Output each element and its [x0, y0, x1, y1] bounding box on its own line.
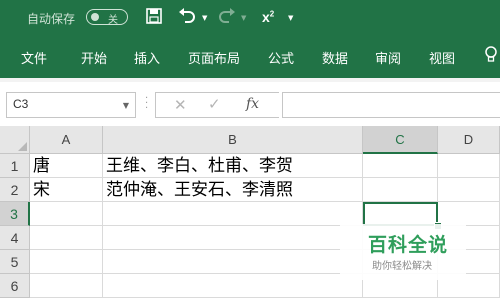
- row-header-6[interactable]: 6: [0, 274, 30, 298]
- cell-a3[interactable]: [30, 202, 103, 226]
- tab-insert[interactable]: 插入: [134, 48, 160, 67]
- column-header-c[interactable]: C: [363, 126, 438, 154]
- column-header-d[interactable]: D: [438, 126, 500, 154]
- undo-dropdown-icon[interactable]: ▼: [202, 14, 207, 22]
- cell-c2[interactable]: [363, 178, 438, 202]
- cell-d3[interactable]: [438, 202, 500, 226]
- cell-b5[interactable]: [103, 250, 363, 274]
- enter-check-icon[interactable]: ✓: [208, 95, 221, 113]
- watermark-title: 百科全说: [368, 234, 449, 256]
- cancel-icon[interactable]: ✕: [174, 96, 187, 114]
- column-header-b[interactable]: B: [103, 126, 363, 154]
- cell-a1[interactable]: 唐: [30, 154, 103, 178]
- formula-input[interactable]: [282, 92, 500, 118]
- formula-buttons: ✕ ✓ fx: [155, 92, 279, 118]
- row-header-5[interactable]: 5: [0, 250, 30, 274]
- row-header-4[interactable]: 4: [0, 226, 30, 250]
- cell-c1[interactable]: [363, 154, 438, 178]
- autosave-label: 自动保存: [27, 12, 76, 26]
- cell-a2[interactable]: 宋: [30, 178, 103, 202]
- tab-data[interactable]: 数据: [322, 48, 348, 67]
- tab-home[interactable]: 开始: [81, 48, 107, 67]
- cell-a5[interactable]: [30, 250, 103, 274]
- undo-icon[interactable]: [178, 8, 196, 24]
- cell-b2[interactable]: 范仲淹、王安石、李清照: [103, 178, 363, 202]
- tab-review[interactable]: 审阅: [375, 48, 401, 67]
- select-all-button[interactable]: [0, 126, 30, 154]
- cell-b3[interactable]: [103, 202, 363, 226]
- cell-b6[interactable]: [103, 274, 363, 298]
- lightbulb-icon[interactable]: [484, 46, 498, 68]
- autosave-state: 关: [108, 15, 118, 26]
- cell-a4[interactable]: [30, 226, 103, 250]
- autosave-toggle[interactable]: 关: [86, 9, 128, 26]
- insert-function-button[interactable]: fx: [246, 96, 259, 112]
- active-cell-highlight[interactable]: [363, 202, 438, 226]
- ribbon-tabs: 文件 开始 插入 页面布局 公式 数据 审阅 视图: [0, 36, 500, 78]
- column-header-a[interactable]: A: [30, 126, 103, 154]
- cell-b4[interactable]: [103, 226, 363, 250]
- watermark: 百科全说 助你轻松解决: [340, 224, 466, 280]
- redo-dropdown-icon[interactable]: ▼: [241, 14, 246, 22]
- formula-bar-resize-handle[interactable]: · · ·: [145, 94, 148, 114]
- superscript-icon[interactable]: x2: [262, 9, 274, 25]
- cell-d1[interactable]: [438, 154, 500, 178]
- customize-toolbar-icon[interactable]: ▼: [288, 14, 293, 22]
- tab-file[interactable]: 文件: [21, 48, 47, 67]
- tab-formulas[interactable]: 公式: [268, 48, 294, 67]
- name-box-value: C3: [13, 97, 29, 111]
- quick-access-toolbar: 自动保存 关 ▼ ▼ x2 ▼: [0, 0, 500, 36]
- save-icon[interactable]: [146, 8, 162, 24]
- tab-view[interactable]: 视图: [429, 48, 455, 67]
- chevron-down-icon[interactable]: ▼: [123, 101, 129, 110]
- row-header-2[interactable]: 2: [0, 178, 30, 202]
- redo-icon[interactable]: [218, 8, 236, 24]
- cell-d2[interactable]: [438, 178, 500, 202]
- name-box[interactable]: C3 ▼: [6, 92, 136, 118]
- row-header-3[interactable]: 3: [0, 202, 30, 226]
- tab-page-layout[interactable]: 页面布局: [188, 48, 240, 67]
- row-header-1[interactable]: 1: [0, 154, 30, 178]
- toggle-knob: [91, 13, 99, 21]
- formula-bar: C3 ▼ · · · ✕ ✓ fx: [0, 82, 500, 126]
- cell-b1[interactable]: 王维、李白、杜甫、李贺: [103, 154, 363, 178]
- cell-a6[interactable]: [30, 274, 103, 298]
- watermark-subtitle: 助你轻松解决: [372, 261, 432, 272]
